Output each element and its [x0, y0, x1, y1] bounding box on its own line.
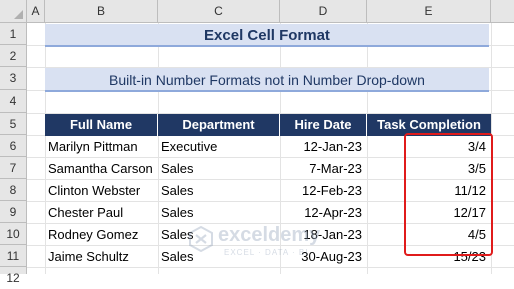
row-header-1[interactable]: 1 [0, 23, 27, 45]
cell-full-name[interactable]: Rodney Gomez [45, 224, 158, 246]
watermark-name: exceldemy [218, 224, 321, 246]
row-header-7[interactable]: 7 [0, 157, 27, 179]
table-header-full-name[interactable]: Full Name [45, 114, 158, 136]
cell-department[interactable]: Executive [158, 136, 280, 158]
cell-full-name[interactable]: Samantha Carson [45, 158, 158, 180]
row-header-10[interactable]: 10 [0, 223, 27, 245]
table-header-hire-date[interactable]: Hire Date [280, 114, 367, 136]
cell-hire-date[interactable]: 12-Apr-23 [280, 202, 367, 224]
sheet-title[interactable]: Excel Cell Format [45, 24, 489, 47]
cell-hire-date[interactable]: 12-Feb-23 [280, 180, 367, 202]
column-header-e[interactable]: E [367, 0, 491, 23]
row-header-4[interactable]: 4 [0, 90, 27, 113]
row-header-9[interactable]: 9 [0, 201, 27, 223]
exceldemy-watermark: exceldemy EXCEL · DATA · BI [188, 222, 338, 262]
spreadsheet-grid: A B C D E 1 2 3 4 5 6 7 8 9 10 11 12 Exc… [0, 0, 514, 285]
row-header-3[interactable]: 3 [0, 67, 27, 90]
row-header-6[interactable]: 6 [0, 135, 27, 157]
select-all-corner[interactable] [0, 0, 27, 23]
row-header-12[interactable]: 12 [0, 267, 27, 285]
cell-full-name[interactable]: Jaime Schultz [45, 246, 158, 268]
column-header-d[interactable]: D [280, 0, 367, 23]
cell-department[interactable]: Sales [158, 180, 280, 202]
row-header-5[interactable]: 5 [0, 113, 27, 135]
task-completion-highlight-box [404, 133, 493, 256]
select-all-triangle-icon [14, 10, 23, 19]
cell-hire-date[interactable]: 12-Jan-23 [280, 136, 367, 158]
cell-department[interactable]: Sales [158, 202, 280, 224]
column-header-f[interactable] [491, 0, 514, 23]
cell-hire-date[interactable]: 7-Mar-23 [280, 158, 367, 180]
cell-department[interactable]: Sales [158, 158, 280, 180]
column-header-c[interactable]: C [158, 0, 280, 23]
watermark-tagline: EXCEL · DATA · BI [224, 248, 309, 257]
exceldemy-logo-icon [189, 226, 213, 252]
column-header-a[interactable]: A [27, 0, 45, 23]
cell-full-name[interactable]: Chester Paul [45, 202, 158, 224]
table-header-department[interactable]: Department [158, 114, 280, 136]
row-header-8[interactable]: 8 [0, 179, 27, 201]
row-header-2[interactable]: 2 [0, 45, 27, 67]
row-header-11[interactable]: 11 [0, 245, 27, 267]
column-header-b[interactable]: B [45, 0, 158, 23]
sheet-subtitle[interactable]: Built-in Number Formats not in Number Dr… [45, 68, 489, 92]
cell-full-name[interactable]: Marilyn Pittman [45, 136, 158, 158]
cell-full-name[interactable]: Clinton Webster [45, 180, 158, 202]
